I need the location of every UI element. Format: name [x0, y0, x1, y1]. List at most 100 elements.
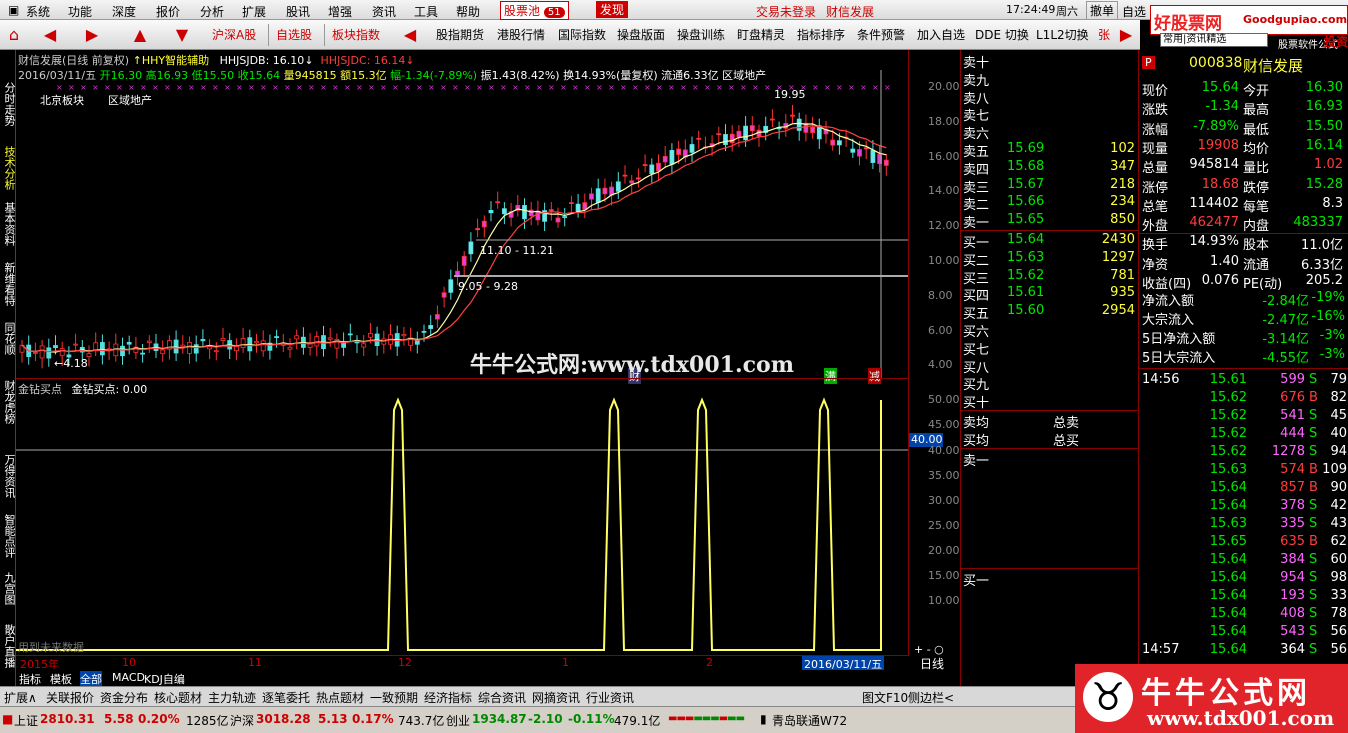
tab-all[interactable]: 全部 — [80, 671, 102, 687]
sell-level-price[interactable]: 15.65 — [1007, 212, 1044, 227]
fund-flow-label[interactable]: 净流入额 — [1142, 290, 1194, 309]
nav-new-dimension[interactable]: 新维看特 — [1, 262, 16, 306]
down-arrow-icon[interactable]: ▼ — [168, 24, 196, 46]
forward-arrow-icon[interactable]: ▶ — [78, 24, 106, 46]
menu-item-system[interactable]: 系统 — [26, 3, 50, 20]
nav-fundamentals[interactable]: 基本资料 — [1, 202, 16, 246]
nav-ths[interactable]: 同花顺 — [1, 322, 16, 355]
home-icon[interactable]: ⌂ — [0, 24, 28, 46]
top-marker-x: × — [500, 83, 507, 92]
menu-item-extend[interactable]: 扩展 — [242, 3, 266, 20]
nav-wind[interactable]: 万得资讯 — [1, 454, 16, 498]
fund-flow-label[interactable]: 5日大宗流入 — [1142, 347, 1215, 366]
buy-level-price[interactable]: 15.60 — [1007, 303, 1044, 318]
bottom-tab[interactable]: 网摘资讯 — [532, 689, 580, 706]
menu-item-enhance[interactable]: 增强 — [328, 3, 352, 20]
nav-tech-analysis[interactable]: 技术分析 — [1, 146, 16, 190]
info-select[interactable]: 常用|资讯精选 — [1160, 33, 1268, 47]
zoom-controls[interactable]: + - ○ — [914, 643, 944, 656]
bottom-tab[interactable]: 行业资讯 — [586, 689, 634, 706]
sz-label[interactable]: 沪深 — [230, 712, 254, 729]
menu-item-news[interactable]: 股讯 — [286, 3, 310, 20]
menu-item-quote[interactable]: 报价 — [156, 3, 180, 20]
nav-nine-grid[interactable]: 九宫图 — [1, 572, 16, 605]
up-arrow-icon[interactable]: ▲ — [126, 24, 154, 46]
toolbar-next-icon[interactable]: ▶ — [1112, 24, 1140, 46]
buy-level-price[interactable]: 15.64 — [1007, 232, 1044, 247]
bottom-tab[interactable]: 经济指标 — [424, 689, 472, 706]
buy-level-price[interactable]: 15.61 — [1007, 285, 1044, 300]
toolbar-favorites[interactable]: 自选股 — [276, 26, 312, 43]
tab-template[interactable]: 模板 — [50, 671, 72, 687]
back-arrow-icon[interactable]: ◀ — [36, 24, 64, 46]
tab-kdj[interactable]: KDJ自编 — [144, 671, 185, 687]
bottom-tab[interactable]: 关联报价 — [46, 689, 94, 706]
sell-level-price[interactable]: 15.68 — [1007, 159, 1044, 174]
period-label[interactable]: 日线 — [920, 655, 944, 672]
bottom-tab[interactable]: 核心题材 — [154, 689, 202, 706]
toolbar-alert[interactable]: 条件预警 — [857, 26, 905, 43]
fund-flow-label[interactable]: 5日净流入额 — [1142, 328, 1215, 347]
cy-label[interactable]: 创业 — [446, 712, 470, 729]
tab-indicator[interactable]: 指标 — [19, 671, 41, 687]
bottom-tab[interactable]: 逐笔委托 — [262, 689, 310, 706]
toolbar-prev-icon[interactable]: ◀ — [396, 24, 424, 46]
tick-count: 62 — [1330, 534, 1347, 549]
menu-item-tools[interactable]: 工具 — [414, 3, 438, 20]
login-status[interactable]: 交易未登录 — [756, 3, 816, 20]
queue-sell1-label: 卖一 — [963, 454, 990, 469]
toolbar-training[interactable]: 操盘训练 — [677, 26, 725, 43]
candle-body — [327, 337, 333, 340]
bottom-tab[interactable]: 资金分布 — [100, 689, 148, 706]
menu-item-depth[interactable]: 深度 — [112, 3, 136, 20]
toolbar-dde[interactable]: DDE 切换 — [975, 26, 1029, 43]
toolbar-sector-index[interactable]: 板块指数 — [332, 26, 380, 43]
tick-price: 15.64 — [1209, 606, 1247, 621]
toolbar-sort[interactable]: 指标排序 — [797, 26, 845, 43]
sell-level-price[interactable]: 15.66 — [1007, 194, 1044, 209]
toolbar-watcher[interactable]: 盯盘精灵 — [737, 26, 785, 43]
menu-item-function[interactable]: 功能 — [68, 3, 92, 20]
stock-pool-button[interactable]: 股票池 51 — [500, 1, 569, 20]
app-icon[interactable]: ▣ — [8, 3, 19, 17]
sidebar-toggle[interactable]: 侧边栏< — [908, 689, 954, 706]
bottom-tab[interactable]: 综合资讯 — [478, 689, 526, 706]
toolbar-futures[interactable]: 股指期货 — [436, 26, 484, 43]
top-marker-x: × — [332, 83, 339, 92]
tab-macd[interactable]: MACD — [112, 671, 145, 684]
bottom-tab[interactable]: 热点题材 — [316, 689, 364, 706]
nav-retail-live[interactable]: 散户直播 — [1, 624, 16, 668]
toolbar-layout[interactable]: 操盘版面 — [617, 26, 665, 43]
quote-row-value: 16.14 — [1305, 137, 1343, 153]
bottom-tab[interactable]: 主力轨迹 — [208, 689, 256, 706]
toolbar-hk[interactable]: 港股行情 — [497, 26, 545, 43]
toolbar-l1l2[interactable]: L1L2切换 — [1036, 26, 1089, 43]
buy-level-label: 买二 — [963, 253, 990, 269]
buy-level-price[interactable]: 15.63 — [1007, 250, 1044, 265]
discover-button[interactable]: 发现 — [596, 1, 629, 18]
self-select-button[interactable]: 自选 — [1122, 3, 1146, 20]
toolbar-sh-sz-a[interactable]: 沪深A股 — [212, 26, 256, 43]
server-name[interactable]: 青岛联通W72 — [772, 712, 847, 729]
f10-button[interactable]: 图文F10 — [862, 689, 908, 706]
nav-ai-review[interactable]: 智能点评 — [1, 514, 16, 558]
toolbar-add-fav[interactable]: 加入自选 — [917, 26, 965, 43]
menu-item-help[interactable]: 帮助 — [456, 3, 480, 20]
nav-dragon-tiger[interactable]: 财龙虎榜 — [1, 380, 16, 424]
fund-flow-label[interactable]: 大宗流入 — [1142, 309, 1194, 328]
sell-level-price[interactable]: 15.67 — [1007, 177, 1044, 192]
cancel-order-button[interactable]: 撤单 — [1086, 1, 1119, 20]
bottom-tab[interactable]: 扩展∧ — [4, 689, 37, 706]
order-book-divider — [961, 448, 1139, 449]
sell-level-price[interactable]: 15.69 — [1007, 141, 1044, 156]
toolbar-extra[interactable]: 张 — [1098, 26, 1110, 43]
sh-label[interactable]: 上证 — [14, 712, 38, 729]
bottom-tab[interactable]: 一致预期 — [370, 689, 418, 706]
sub-indicator-chart[interactable] — [16, 380, 909, 655]
menu-item-info[interactable]: 资讯 — [372, 3, 396, 20]
menu-item-analysis[interactable]: 分析 — [200, 3, 224, 20]
candle-body — [622, 174, 628, 177]
nav-tick-chart[interactable]: 分时走势 — [1, 82, 16, 126]
toolbar-intl[interactable]: 国际指数 — [558, 26, 606, 43]
buy-level-price[interactable]: 15.62 — [1007, 268, 1044, 283]
